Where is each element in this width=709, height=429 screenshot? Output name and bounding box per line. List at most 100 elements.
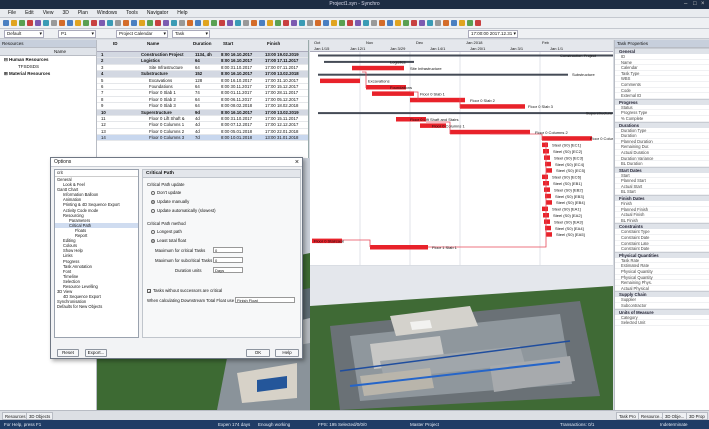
toolbar-icon[interactable] xyxy=(211,20,217,26)
toolbar-icon[interactable] xyxy=(235,20,241,26)
menu-item[interactable]: Edit xyxy=(25,10,34,16)
toolbar-icon[interactable] xyxy=(51,20,57,26)
resources-name-header[interactable]: Name xyxy=(0,48,96,56)
toolbar-icon[interactable] xyxy=(3,20,9,26)
toolbar-icon[interactable] xyxy=(267,20,273,26)
toolbar-icon[interactable] xyxy=(435,20,441,26)
toolbar-icon[interactable] xyxy=(475,20,481,26)
toolbar-icon[interactable] xyxy=(171,20,177,26)
menu-item[interactable]: Tools xyxy=(126,10,138,16)
toolbar-icon[interactable] xyxy=(291,20,297,26)
gantt-task-bar[interactable] xyxy=(544,219,550,224)
toolbar-icon[interactable] xyxy=(451,20,457,26)
toolbar-icon[interactable] xyxy=(315,20,321,26)
menu-item[interactable]: Help xyxy=(177,10,187,16)
tab-3d-objects-right[interactable]: 3D Obje... xyxy=(662,412,688,420)
radio-dont-update[interactable]: Don't update xyxy=(151,190,181,195)
toolbar-icon[interactable] xyxy=(283,20,289,26)
dialog-close-icon[interactable]: × xyxy=(295,158,299,167)
gantt-task-bar[interactable] xyxy=(546,168,552,173)
toolbar-icon[interactable] xyxy=(259,20,265,26)
3d-view[interactable] xyxy=(310,266,613,410)
gantt-task-bar[interactable] xyxy=(542,136,592,141)
gantt-task-bar[interactable] xyxy=(546,200,552,205)
menu-item[interactable]: View xyxy=(43,10,54,16)
radio-least-float[interactable]: Least total float xyxy=(151,238,186,243)
toolbar-icon[interactable] xyxy=(323,20,329,26)
toolbar-icon[interactable] xyxy=(339,20,345,26)
toolbar-icon[interactable] xyxy=(411,20,417,26)
toolbar-icon[interactable] xyxy=(219,20,225,26)
toolbar-icon[interactable] xyxy=(203,20,209,26)
toolbar-icon[interactable] xyxy=(11,20,17,26)
scope-combo[interactable]: Default xyxy=(4,30,44,38)
max-subcritical-stepper[interactable]: 0 xyxy=(213,257,243,263)
toolbar-icon[interactable] xyxy=(147,20,153,26)
toolbar-icon[interactable] xyxy=(379,20,385,26)
gantt-task-bar[interactable] xyxy=(542,206,548,212)
toolbar-icon[interactable] xyxy=(243,20,249,26)
menu-item[interactable]: Plan xyxy=(78,10,88,16)
toolbar-icon[interactable] xyxy=(459,20,465,26)
radio-longest-path[interactable]: Longest path xyxy=(151,229,182,234)
toolbar-icon[interactable] xyxy=(67,20,73,26)
gantt-summary-bar[interactable] xyxy=(318,112,613,115)
tab-3d-objects[interactable]: 3D Objects xyxy=(26,412,54,420)
menu-item[interactable]: 3D xyxy=(62,10,68,16)
max-critical-stepper[interactable]: 0 xyxy=(213,247,243,253)
toolbar-icon[interactable] xyxy=(403,20,409,26)
col-name[interactable]: Name xyxy=(147,41,159,46)
toolbar-icon[interactable] xyxy=(115,20,121,26)
toolbar-icon[interactable] xyxy=(443,20,449,26)
help-button[interactable]: Help xyxy=(275,349,299,357)
toolbar-icon[interactable] xyxy=(347,20,353,26)
property-row[interactable]: Selected Unit xyxy=(615,320,709,326)
toolbar-icon[interactable] xyxy=(75,20,81,26)
menu-item[interactable]: Windows xyxy=(97,10,117,16)
toolbar-icon[interactable] xyxy=(35,20,41,26)
radio-update-manually[interactable]: Update manually xyxy=(151,199,189,204)
gantt-task-bar[interactable] xyxy=(460,104,525,109)
tab-task-properties[interactable]: Task Pro xyxy=(616,412,639,420)
gantt-task-bar[interactable] xyxy=(352,65,404,71)
gantt-task-bar[interactable] xyxy=(320,78,360,84)
toolbar-icon[interactable] xyxy=(139,20,145,26)
toolbar-icon[interactable] xyxy=(163,20,169,26)
toolbar-icon[interactable] xyxy=(363,20,369,26)
close-icon[interactable]: × xyxy=(701,1,705,8)
toolbar-icon[interactable] xyxy=(123,20,129,26)
col-id[interactable]: ID xyxy=(113,41,118,46)
gantt-task-bar[interactable] xyxy=(546,232,552,237)
toolbar-icon[interactable] xyxy=(371,20,377,26)
toolbar-icon[interactable] xyxy=(419,20,425,26)
radio-update-auto[interactable]: Update automatically (slowest) xyxy=(151,208,216,213)
toolbar-icon[interactable] xyxy=(43,20,49,26)
toolbar-icon[interactable] xyxy=(187,20,193,26)
table-row[interactable]: 14 Floor 0 Columns 3 7d 8:00 10.01.2018 13:0… xyxy=(97,135,308,142)
toolbar-icon[interactable] xyxy=(107,20,113,26)
toolbar-icon[interactable] xyxy=(27,20,33,26)
gantt-timescale[interactable]: Oct Nov Dec Jan 2018 Feb Jan 1/15 Jan 12… xyxy=(310,40,613,52)
gantt-chart[interactable]: Oct Nov Dec Jan 2018 Feb Jan 1/15 Jan 12… xyxy=(310,40,613,265)
toolbar-icon[interactable] xyxy=(131,20,137,26)
time-field[interactable]: 17:00:00 2017.12.31 xyxy=(468,30,518,38)
toolbar-icon[interactable] xyxy=(355,20,361,26)
maximize-icon[interactable]: □ xyxy=(693,1,697,8)
toolbar-icon[interactable] xyxy=(307,20,313,26)
toolbar-icon[interactable] xyxy=(251,20,257,26)
toolbar-icon[interactable] xyxy=(227,20,233,26)
toolbar-icon[interactable] xyxy=(83,20,89,26)
options-search-input[interactable]: crit xyxy=(55,170,138,177)
toolbar-icon[interactable] xyxy=(19,20,25,26)
toolbar-icon[interactable] xyxy=(275,20,281,26)
minimize-icon[interactable]: – xyxy=(684,1,687,8)
resource-group[interactable]: ⊞ Material Resources xyxy=(0,70,96,77)
gantt-bars[interactable]: Construction Project Logistics Site Infras… xyxy=(310,52,613,265)
col-finish[interactable]: Finish xyxy=(267,41,280,46)
toolbar-icon[interactable] xyxy=(99,20,105,26)
layer-combo[interactable]: P1 xyxy=(58,30,96,38)
toolbar-icon[interactable] xyxy=(299,20,305,26)
gantt-task-bar[interactable] xyxy=(372,91,414,96)
gantt-task-bar[interactable] xyxy=(544,187,550,192)
menu-item[interactable]: File xyxy=(8,10,16,16)
